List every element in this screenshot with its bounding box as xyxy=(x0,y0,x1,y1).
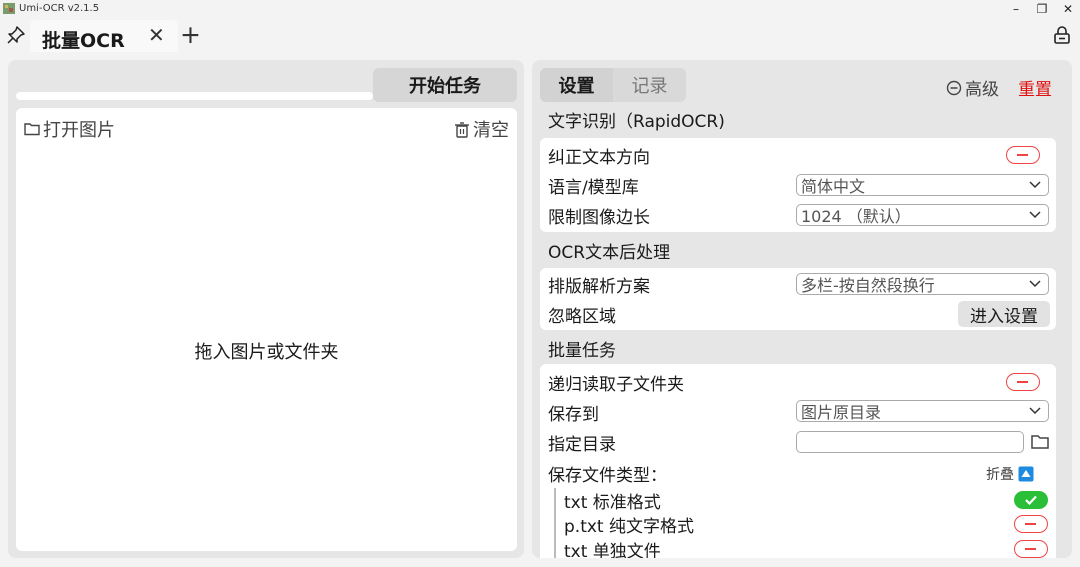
lock-icon[interactable] xyxy=(1052,25,1072,45)
open-image-button[interactable]: 打开图片 xyxy=(24,116,115,142)
collapse-label: 折叠 xyxy=(986,467,1014,483)
tab-batch-ocr[interactable]: 批量OCR ✕ xyxy=(30,20,178,52)
recursive-toggle[interactable] xyxy=(1006,373,1040,391)
file-type-label: txt 标准格式 xyxy=(564,492,661,513)
save-to-value: 图片原目录 xyxy=(801,403,882,422)
file-types-row: 保存文件类型： xyxy=(548,459,1048,487)
app-icon xyxy=(3,3,15,14)
save-to-select[interactable]: 图片原目录 xyxy=(796,400,1049,422)
close-window-button[interactable]: ✕ xyxy=(1050,0,1080,18)
settings-tabs: 设置 记录 xyxy=(540,68,686,102)
folder-icon[interactable] xyxy=(1030,432,1050,452)
clear-label: 清空 xyxy=(473,120,509,141)
tab-records[interactable]: 记录 xyxy=(613,68,686,102)
ptxt-toggle[interactable] xyxy=(1014,515,1048,533)
app-title: Umi-OCR v2.1.5 xyxy=(19,3,100,14)
clear-button[interactable]: 清空 xyxy=(454,116,509,142)
tab-title: 批量OCR xyxy=(42,30,125,52)
close-tab-icon[interactable]: ✕ xyxy=(148,23,165,47)
section-title-batch: 批量任务 xyxy=(548,341,616,361)
drop-hint: 拖入图片或文件夹 xyxy=(194,342,339,363)
correct-direction-toggle[interactable] xyxy=(1006,146,1040,164)
layout-value: 多栏-按自然段换行 xyxy=(801,276,935,295)
start-task-button[interactable]: 开始任务 xyxy=(373,68,517,102)
ocr-settings-card: 纠正文本方向 语言/模型库 简体中文 限制图像边长 1024 （默认） xyxy=(540,138,1056,232)
limit-select[interactable]: 1024 （默认） xyxy=(796,204,1049,226)
tab-bar: 批量OCR ✕ + xyxy=(0,18,1080,52)
chevron-down-icon xyxy=(1029,280,1041,288)
recursive-row: 递归读取子文件夹 xyxy=(548,368,1048,396)
batch-settings-card: 递归读取子文件夹 保存到 图片原目录 指定目录 保存文件类型： 折叠 txt 标… xyxy=(540,364,1056,558)
folder-icon xyxy=(24,123,40,136)
file-type-row: txt 单独文件 xyxy=(564,535,1048,558)
file-types-label: 保存文件类型： xyxy=(548,465,667,486)
language-value: 简体中文 xyxy=(801,177,866,196)
file-type-label: txt 单独文件 xyxy=(564,541,661,559)
advanced-toggle[interactable]: 高级 xyxy=(946,75,999,100)
chevron-down-icon xyxy=(1029,181,1041,189)
caret-up-icon xyxy=(1018,466,1034,482)
advanced-label: 高级 xyxy=(965,80,999,100)
section-title-ocr: 文字识别（RapidOCR) xyxy=(548,112,725,132)
chevron-down-icon xyxy=(1029,211,1041,219)
collapse-button[interactable]: 折叠 xyxy=(986,464,1034,484)
open-image-label: 打开图片 xyxy=(43,120,115,141)
file-type-label: p.txt 纯文字格式 xyxy=(564,516,694,537)
language-select[interactable]: 简体中文 xyxy=(796,174,1049,196)
image-drop-zone[interactable]: 打开图片 清空 拖入图片或文件夹 xyxy=(16,108,517,551)
add-tab-button[interactable]: + xyxy=(180,21,201,49)
sub-list-rule xyxy=(554,488,556,558)
trash-icon xyxy=(455,121,469,138)
correct-direction-label: 纠正文本方向 xyxy=(548,147,650,168)
txt-separate-toggle[interactable] xyxy=(1014,540,1048,558)
right-panel: 设置 记录 高级 重置 文字识别（RapidOCR) 纠正文本方向 语言/模型库… xyxy=(532,60,1072,558)
enter-settings-button[interactable]: 进入设置 xyxy=(958,301,1050,327)
tab-settings[interactable]: 设置 xyxy=(540,68,613,102)
progress-bar xyxy=(16,92,373,100)
layout-select[interactable]: 多栏-按自然段换行 xyxy=(796,273,1049,295)
correct-direction-row: 纠正文本方向 xyxy=(548,141,1048,169)
chevron-down-icon xyxy=(1029,407,1041,415)
minus-circle-icon xyxy=(946,80,962,95)
limit-value: 1024 （默认） xyxy=(801,207,911,226)
section-title-post: OCR文本后处理 xyxy=(548,243,671,263)
left-panel: 开始任务 打开图片 清空 拖入图片或文件夹 xyxy=(8,60,524,558)
file-type-row: p.txt 纯文字格式 xyxy=(564,510,1048,538)
post-settings-card: 排版解析方案 多栏-按自然段换行 忽略区域 进入设置 xyxy=(540,268,1056,330)
directory-input[interactable] xyxy=(796,431,1024,453)
txt-standard-toggle[interactable] xyxy=(1014,491,1048,509)
pin-icon[interactable] xyxy=(6,25,26,45)
recursive-label: 递归读取子文件夹 xyxy=(548,374,684,395)
title-bar: Umi-OCR v2.1.5 – ❐ ✕ xyxy=(0,0,1080,18)
reset-button[interactable]: 重置 xyxy=(1018,75,1052,100)
